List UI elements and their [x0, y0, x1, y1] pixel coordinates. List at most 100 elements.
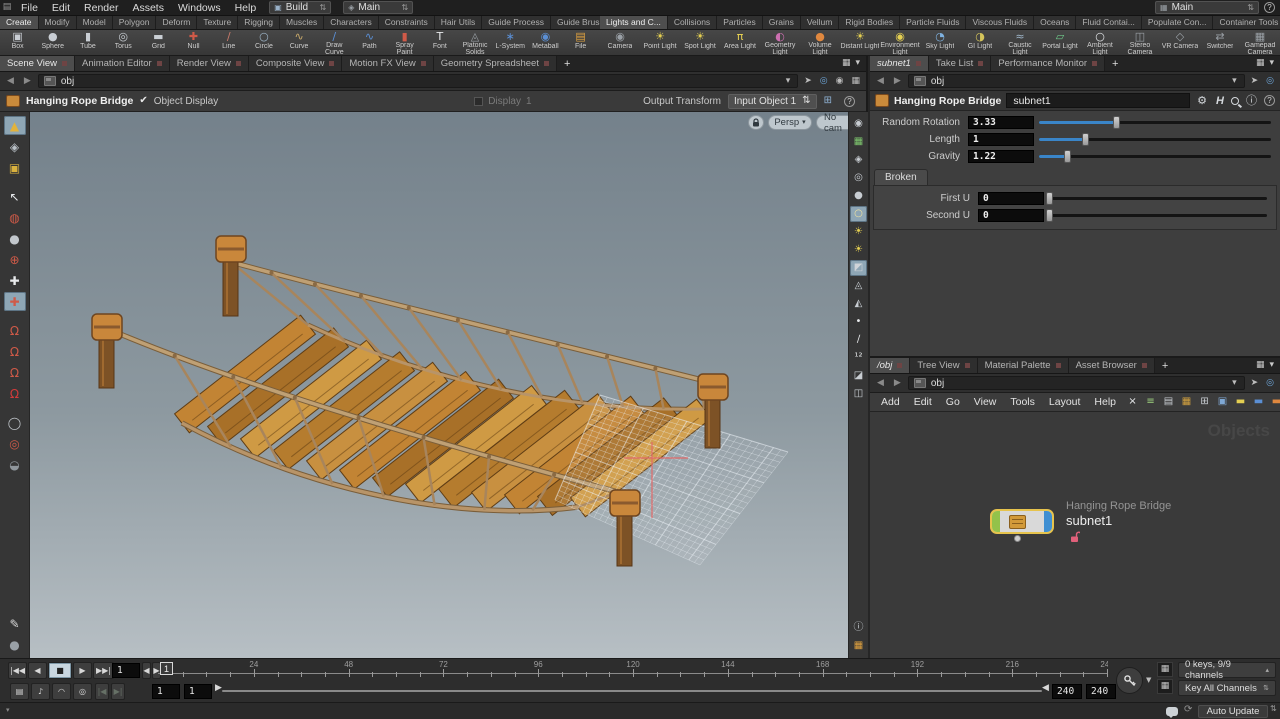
- go-to-start-button[interactable]: |◀◀: [8, 662, 27, 679]
- slider-handle[interactable]: [1046, 209, 1053, 222]
- shelf-tool-null[interactable]: ✚Null: [176, 30, 211, 55]
- auto-update-select[interactable]: Auto Update: [1198, 705, 1268, 718]
- shelf-tool-font[interactable]: TFont: [422, 30, 457, 55]
- net-menu-layout[interactable]: Layout: [1042, 396, 1088, 408]
- shelf-tab-rigid-bodies[interactable]: Rigid Bodies: [839, 16, 900, 29]
- range-end-field[interactable]: 240: [1052, 684, 1082, 699]
- display-checkbox[interactable]: [474, 97, 483, 106]
- menu-render[interactable]: Render: [77, 2, 125, 14]
- slider-handle[interactable]: [1082, 133, 1089, 146]
- shelf-tool-environment-light[interactable]: ◉Environment Light: [880, 30, 920, 55]
- parameter-slider[interactable]: [1049, 209, 1267, 222]
- shelf-tab-guide-brushes[interactable]: Guide Brushes: [551, 16, 600, 29]
- visibility-icon[interactable]: ◉: [850, 116, 867, 132]
- viewport-help-button[interactable]: ?: [844, 96, 855, 107]
- back-button[interactable]: ◀: [874, 77, 887, 86]
- menu-windows[interactable]: Windows: [171, 2, 228, 14]
- key-options-chevron[interactable]: ▼: [1146, 677, 1151, 684]
- range-prev-button[interactable]: |◀: [95, 683, 109, 700]
- net-menu-tools[interactable]: Tools: [1003, 396, 1042, 408]
- tab-close-icon[interactable]: [1092, 61, 1097, 66]
- select-geometry-tool[interactable]: ◈: [4, 137, 26, 156]
- tree-view-icon[interactable]: ≡: [1143, 395, 1158, 409]
- points-display-icon[interactable]: •: [850, 314, 867, 330]
- shelf-tool-geometry-light[interactable]: ◐Geometry Light: [760, 30, 800, 55]
- shelf-tab-muscles[interactable]: Muscles: [280, 16, 324, 29]
- shelf-tool-line[interactable]: ∕Line: [211, 30, 246, 55]
- notes-icon[interactable]: ▬: [1233, 395, 1248, 409]
- range-start2-field[interactable]: 1: [184, 684, 212, 699]
- viewport-3d[interactable]: Persp▾ No cam▾ ▲◈▣↖◍●⊕✚✚ΩΩΩΩ◯◎◒✎● ◉▦◈◎●○…: [0, 112, 868, 658]
- rotate-tool[interactable]: ●: [4, 229, 26, 248]
- status-expand-icon[interactable]: ▾: [6, 707, 10, 714]
- pane-layout-icon[interactable]: ▦: [1256, 59, 1265, 68]
- shelf-tool-file[interactable]: ▤File: [563, 30, 598, 55]
- tab-tree-view[interactable]: Tree View: [910, 358, 977, 373]
- shelf-tool-metaball[interactable]: ◉Metaball: [528, 30, 563, 55]
- tab-close-icon[interactable]: [62, 61, 67, 66]
- keyframe-options-button[interactable]: ▤: [10, 683, 29, 700]
- tab-close-icon[interactable]: [544, 61, 549, 66]
- node-subnet1[interactable]: [990, 509, 1054, 534]
- tab-obj[interactable]: /obj: [870, 358, 910, 373]
- shelf-tab-particle-fluids[interactable]: Particle Fluids: [900, 16, 966, 29]
- refresh-icon[interactable]: ⟳: [1184, 705, 1192, 715]
- thumbnails-icon[interactable]: ⊞: [1197, 395, 1212, 409]
- info-circle-icon[interactable]: ⓘ: [850, 620, 867, 636]
- shelf-tab-polygon[interactable]: Polygon: [113, 16, 157, 29]
- snap-grid-magnet-icon[interactable]: Ω: [4, 321, 26, 340]
- tab-subnet1[interactable]: subnet1: [870, 56, 929, 71]
- view-select-icon[interactable]: ◎: [4, 434, 26, 453]
- wireframe-icon[interactable]: ◬: [850, 278, 867, 294]
- construction-plane-icon[interactable]: ▦: [850, 134, 867, 150]
- shelf-tool-curve[interactable]: ∿Curve: [282, 30, 317, 55]
- forward-button[interactable]: ▶: [891, 379, 904, 388]
- tab-close-icon[interactable]: [916, 61, 921, 66]
- desktop-select[interactable]: ▣ Build ⇅: [269, 1, 331, 14]
- shelf-tab-constraints[interactable]: Constraints: [379, 16, 435, 29]
- search-icon[interactable]: [1231, 97, 1239, 105]
- pane-layout-icon[interactable]: ▦: [1256, 361, 1265, 370]
- performance-options-button[interactable]: ◠: [52, 683, 71, 700]
- forward-button[interactable]: ▶: [891, 77, 904, 86]
- folder-tab-broken[interactable]: Broken: [874, 169, 928, 185]
- shelf-tool-path[interactable]: ∿Path: [352, 30, 387, 55]
- playhead-marker[interactable]: 1: [160, 662, 173, 675]
- tab-close-icon[interactable]: [421, 61, 426, 66]
- shelf-tab-guide-process[interactable]: Guide Process: [482, 16, 551, 29]
- shelf-tool-circle[interactable]: ○Circle: [246, 30, 281, 55]
- gear-icon[interactable]: ⚙: [1195, 95, 1209, 106]
- shelf-tool-platonic-solids[interactable]: ◬Platonic Solids: [457, 30, 492, 55]
- shelf-tab-modify[interactable]: Modify: [39, 16, 77, 29]
- network-path-field[interactable]: obj ▾: [908, 376, 1245, 390]
- select-objects-tool[interactable]: ▣: [4, 158, 26, 177]
- shelf-tool-spray-paint[interactable]: ▮Spray Paint: [387, 30, 422, 55]
- headlight-icon[interactable]: ○: [850, 206, 867, 222]
- range-start-handle[interactable]: ▶: [215, 684, 222, 693]
- tab-render-view[interactable]: Render View: [170, 56, 249, 71]
- tab-close-icon[interactable]: [157, 61, 162, 66]
- range-next-button[interactable]: ▶|: [111, 683, 125, 700]
- tab-close-icon[interactable]: [236, 61, 241, 66]
- tab-close-icon[interactable]: [897, 363, 902, 368]
- shelf-tab-collisions[interactable]: Collisions: [668, 16, 717, 29]
- shelf-tool-torus[interactable]: ◎Torus: [106, 30, 141, 55]
- chevron-down-icon[interactable]: ▾: [1230, 379, 1239, 388]
- shelf-tab-texture[interactable]: Texture: [197, 16, 238, 29]
- shelf-tab-grains[interactable]: Grains: [763, 16, 801, 29]
- range-start-field[interactable]: 1: [152, 684, 180, 699]
- shelf-tool-draw-curve[interactable]: ∕Draw Curve: [317, 30, 352, 55]
- pin-icon[interactable]: ➤: [1249, 379, 1261, 388]
- menu-help[interactable]: Help: [228, 2, 264, 14]
- input-object-select[interactable]: Input Object 1 ⇅: [728, 94, 817, 109]
- tab-asset-browser[interactable]: Asset Browser: [1069, 358, 1155, 373]
- asset-basket-icon[interactable]: ▬: [1269, 395, 1280, 409]
- shelf-tab-container-tools[interactable]: Container Tools: [1213, 16, 1280, 29]
- handles-tool[interactable]: ✚: [4, 292, 26, 311]
- snap-point-magnet-icon[interactable]: Ω: [4, 363, 26, 382]
- secure-selection-tool[interactable]: ▲: [4, 116, 26, 135]
- net-menu-view[interactable]: View: [967, 396, 1004, 408]
- shelf-tool-point-light[interactable]: ☀Point Light: [640, 30, 680, 55]
- shelf-tool-camera[interactable]: ◉Camera: [600, 30, 640, 55]
- pointer-tool[interactable]: ↖: [4, 187, 26, 206]
